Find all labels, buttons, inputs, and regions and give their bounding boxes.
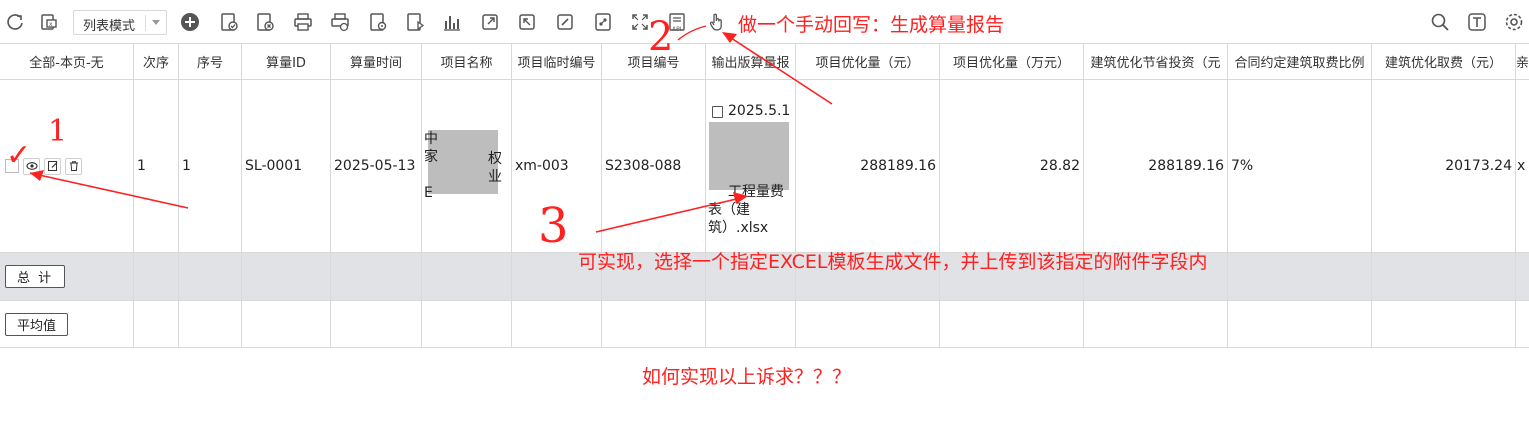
view-mode-label: 列表模式 [83, 19, 136, 34]
play-doc-icon[interactable] [404, 11, 426, 33]
col-header-temp-no[interactable]: 项目临时编号 [512, 44, 602, 79]
settings-doc-icon[interactable] [367, 11, 389, 33]
annotation-question: 如何实现以上诉求？？？ [642, 366, 852, 388]
select-divider [145, 15, 146, 31]
trash-icon [69, 161, 78, 171]
name-glyph-4: 权 [488, 151, 502, 167]
annotation-mark-1: 1 [48, 114, 68, 149]
cell-report-attachment[interactable]: 2025.5.1 工程量费 表（建 筑）.xlsx [706, 80, 796, 252]
cell-project-no: S2308-088 [602, 80, 706, 252]
annotation-mark-3: 3 [538, 198, 569, 254]
average-cell: 平均值 [0, 301, 134, 347]
col-header-order[interactable]: 次序 [134, 44, 179, 79]
table-header: 全部-本页-无 次序 序号 算量ID 算量时间 项目名称 项目临时编号 项目编号… [0, 44, 1529, 80]
average-button[interactable]: 平均值 [5, 312, 69, 336]
edit-icon[interactable] [554, 11, 576, 33]
share-icon[interactable] [479, 11, 501, 33]
col-header-opt-wan[interactable]: 项目优化量（万元） [940, 44, 1084, 79]
cell-save-invest: 288189.16 [1084, 80, 1228, 252]
col-header-more[interactable]: 亲 [1516, 44, 1529, 79]
select-scope-header[interactable]: 全部-本页-无 [0, 44, 134, 79]
cell-fee-ratio: 7% [1228, 80, 1372, 252]
attachment-line-2: 工程量费 [728, 184, 784, 200]
hand-pointer-icon[interactable] [705, 11, 727, 33]
total-cell: 总 计 [0, 253, 134, 300]
edit-doc-icon[interactable] [218, 11, 240, 33]
col-header-seq[interactable]: 序号 [179, 44, 242, 79]
add-icon[interactable] [179, 11, 201, 33]
pencil-icon [47, 161, 57, 171]
annotation-mark-2: 2 [648, 14, 674, 60]
table-row[interactable]: 1 1 SL-0001 2025-05-13 中 家 E 权 业 xm-003 … [0, 80, 1529, 253]
col-header-report[interactable]: 输出版算量报 [706, 44, 796, 79]
attachment-line-1: 2025.5.1 [728, 103, 791, 119]
cell-project-name: 中 家 E 权 业 [422, 80, 512, 252]
delete-button[interactable] [65, 157, 82, 175]
annotation-body-note: 可实现，选择一个指定EXCEL模板生成文件，并上传到该指定的附件字段内 [578, 251, 1208, 273]
cell-opt-wan: 28.82 [940, 80, 1084, 252]
cell-more: x [1517, 158, 1526, 174]
cell-calc-time: 2025-05-13 [331, 80, 422, 252]
col-header-calc-id[interactable]: 算量ID [242, 44, 331, 79]
total-button[interactable]: 总 计 [5, 265, 66, 288]
name-glyph-5: 业 [488, 169, 502, 185]
name-glyph-3: E [424, 185, 433, 201]
average-row: 平均值 [0, 301, 1529, 348]
blurred-region [709, 122, 789, 190]
col-header-calc-time[interactable]: 算量时间 [331, 44, 422, 79]
edit-button[interactable] [44, 157, 61, 175]
gear-icon[interactable] [1503, 11, 1525, 33]
print-settings-icon[interactable] [329, 11, 351, 33]
col-header-project-name[interactable]: 项目名称 [422, 44, 512, 79]
cell-seq: 1 [179, 80, 242, 252]
cell-opt-fee: 20173.24 [1372, 80, 1516, 252]
search-icon[interactable] [1429, 11, 1451, 33]
chevron-down-icon [152, 20, 160, 25]
col-header-opt-fee[interactable]: 建筑优化取费（元） [1372, 44, 1516, 79]
link-icon[interactable] [592, 11, 614, 33]
attachment-line-3: 表（建 [708, 202, 750, 218]
annotation-title: 做一个手动回写：生成算量报告 [738, 14, 1005, 36]
delete-doc-icon[interactable] [254, 11, 276, 33]
attachment-file-icon [712, 106, 723, 118]
text-icon[interactable] [1466, 11, 1488, 33]
name-glyph-1: 中 [424, 131, 438, 147]
name-glyph-2: 家 [424, 149, 438, 165]
import-icon[interactable] [516, 11, 538, 33]
cell-order: 1 [134, 80, 179, 252]
col-header-save-invest[interactable]: 建筑优化节省投资（元 [1084, 44, 1228, 79]
chart-icon[interactable] [441, 11, 463, 33]
col-header-fee-ratio[interactable]: 合同约定建筑取费比例 [1228, 44, 1372, 79]
refresh-icon[interactable] [4, 11, 26, 33]
annotation-checkmark: ✓ [6, 138, 32, 173]
export-icon[interactable]: x [38, 11, 60, 33]
col-header-opt-yuan[interactable]: 项目优化量（元） [796, 44, 940, 79]
cell-opt-yuan: 288189.16 [796, 80, 940, 252]
attachment-line-4: 筑）.xlsx [708, 220, 769, 236]
view-mode-select[interactable]: 列表模式 [73, 10, 167, 35]
print-icon[interactable] [292, 11, 314, 33]
cell-calc-id: SL-0001 [242, 80, 331, 252]
svg-text:x: x [49, 21, 53, 28]
